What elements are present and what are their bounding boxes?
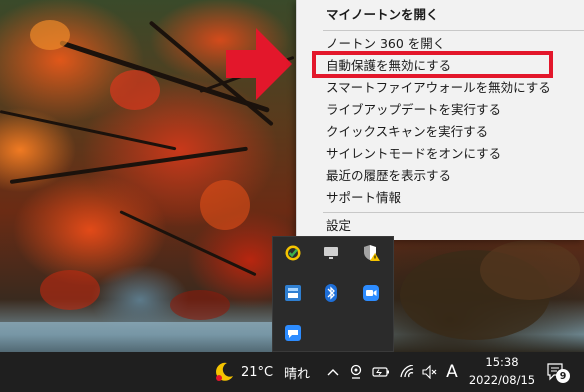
chevron-up-icon[interactable] [324,352,342,392]
menu-item-settings[interactable]: 設定 [297,215,584,237]
network-app-icon[interactable] [281,281,305,305]
norton-icon[interactable] [281,241,305,265]
bluetooth-icon[interactable] [319,281,343,305]
clock-time[interactable]: 15:38 [480,355,524,369]
wifi-icon[interactable] [396,352,418,392]
menu-item-disable-smart-firewall[interactable]: スマートファイアウォールを無効にする [297,77,584,99]
zoom-icon[interactable] [359,281,383,305]
taskbar: 21°C 晴れ A 15:38 2022/08/15 9 [0,352,584,392]
menu-item-show-recent-history[interactable]: 最近の履歴を表示する [297,165,584,187]
norton-context-menu: マイノートンを開く ノートン 360 を開く 自動保護を無効にする スマートファ… [296,0,584,240]
menu-item-disable-auto-protect[interactable]: 自動保護を無効にする [297,55,584,77]
shield-warning-icon[interactable] [359,241,383,265]
menu-item-run-quick-scan[interactable]: クイックスキャンを実行する [297,121,584,143]
red-arrow-annotation [226,28,292,100]
webcam-icon[interactable] [347,352,365,392]
moon-icon[interactable] [212,360,236,384]
menu-item-open-my-norton[interactable]: マイノートンを開く [297,4,584,26]
weather-temperature[interactable]: 21°C [241,352,273,392]
menu-item-run-liveupdate[interactable]: ライブアップデートを実行する [297,99,584,121]
menu-separator [323,30,584,31]
menu-separator [323,212,584,213]
clock-date[interactable]: 2022/08/15 [466,373,538,387]
menu-item-support-info[interactable]: サポート情報 [297,187,584,209]
battery-icon[interactable] [370,352,392,392]
tray-overflow-panel [272,236,394,352]
display-icon[interactable] [319,241,343,265]
speaker-muted-icon[interactable] [420,352,440,392]
chat-icon[interactable] [281,321,305,345]
weather-condition[interactable]: 晴れ [284,352,310,392]
notification-count-badge: 9 [556,369,570,383]
ime-mode-indicator[interactable]: A [442,352,462,392]
menu-item-open-norton-360[interactable]: ノートン 360 を開く [297,33,584,55]
menu-item-silent-mode-on[interactable]: サイレントモードをオンにする [297,143,584,165]
